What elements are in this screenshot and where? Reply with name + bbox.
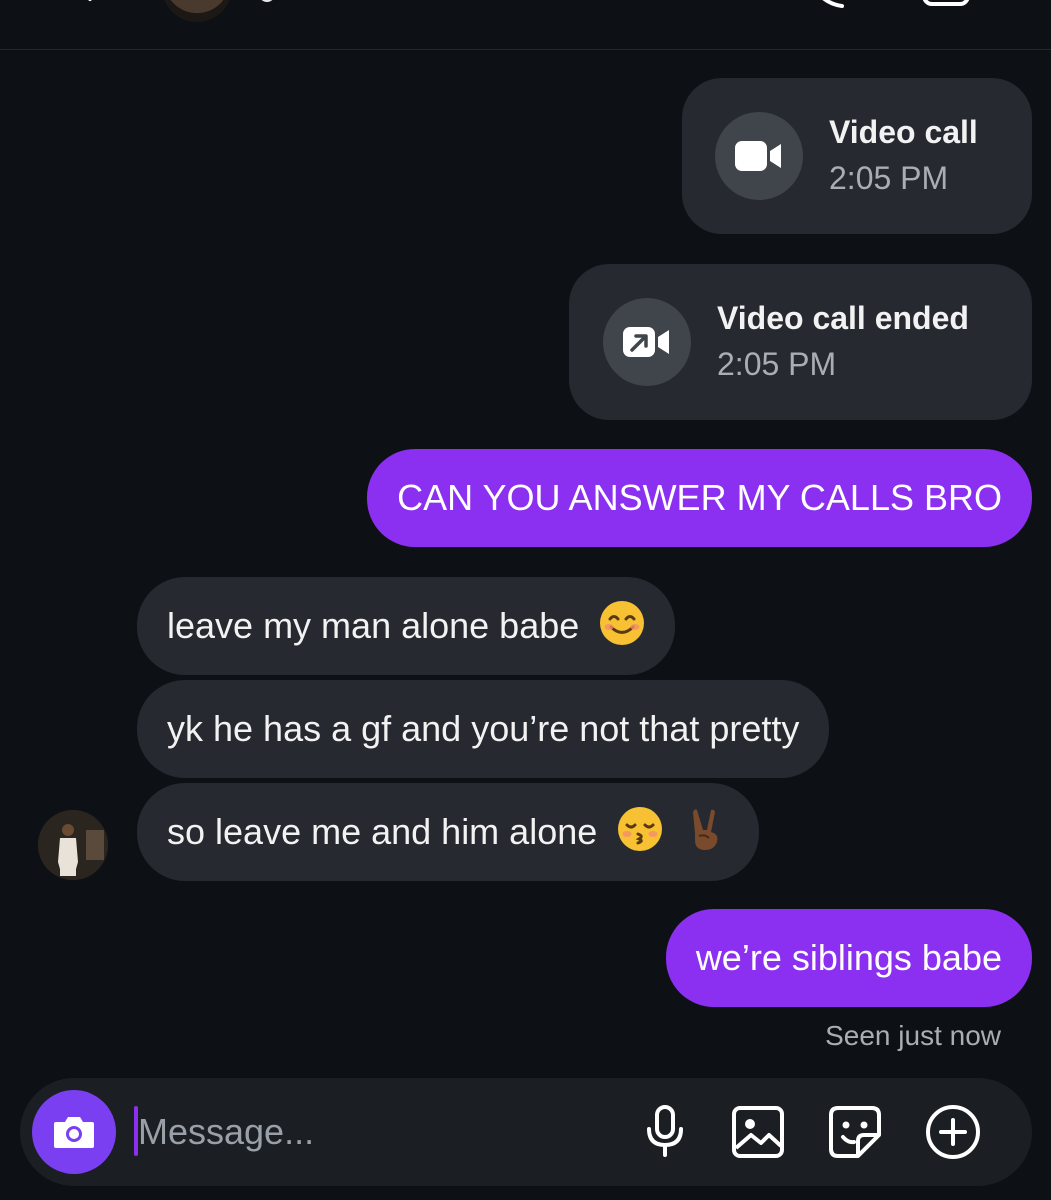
camera-button[interactable]	[32, 1090, 116, 1174]
plus-circle-icon	[926, 1105, 980, 1159]
phone-icon[interactable]	[808, 0, 848, 8]
message-text: yk he has a gf and you’re not that prett…	[167, 708, 800, 749]
video-camera-icon	[735, 141, 781, 171]
message-composer	[20, 1078, 1032, 1186]
microphone-icon	[647, 1105, 683, 1157]
received-message-bubble[interactable]: leave my man alone babe	[137, 577, 676, 675]
received-message-bubble[interactable]: yk he has a gf and you’re not that prett…	[137, 680, 830, 778]
sticker-icon	[829, 1106, 881, 1158]
call-title: Video call	[829, 114, 978, 150]
sticker-button[interactable]	[827, 1104, 883, 1160]
contact-name-fragment[interactable]	[258, 0, 276, 2]
smiling-face-icon	[600, 601, 645, 645]
video-call-bubble[interactable]: Video call 2:05 PM	[682, 78, 1032, 234]
video-camera-icon[interactable]	[920, 0, 972, 8]
sent-message-bubble[interactable]: CAN YOU ANSWER MY CALLS BRO	[367, 449, 1032, 547]
video-call-ended-bubble[interactable]: Video call ended 2:05 PM	[569, 264, 1032, 420]
camera-icon	[54, 1117, 94, 1148]
more-button[interactable]	[925, 1104, 981, 1160]
microphone-button[interactable]	[637, 1104, 693, 1160]
chevron-left-icon[interactable]	[82, 0, 108, 12]
message-input[interactable]	[138, 1104, 598, 1160]
received-message-bubble[interactable]: so leave me and him alone	[137, 783, 760, 881]
sender-avatar-photo	[38, 810, 108, 880]
sender-avatar[interactable]	[38, 810, 108, 880]
gallery-button[interactable]	[730, 1104, 786, 1160]
video-call-ended-icon	[623, 327, 669, 357]
message-text: we’re siblings babe	[695, 937, 1002, 978]
video-call-ended-icon-circle	[603, 298, 691, 386]
kissing-face-icon	[618, 807, 663, 851]
call-time: 2:05 PM	[717, 346, 837, 382]
video-call-icon-circle	[715, 112, 803, 200]
message-text: so leave me and him alone	[167, 811, 598, 852]
message-text: leave my man alone babe	[167, 605, 580, 646]
victory-hand-icon	[693, 809, 718, 850]
message-text: CAN YOU ANSWER MY CALLS BRO	[397, 477, 1002, 518]
call-time: 2:05 PM	[829, 160, 949, 196]
image-icon	[732, 1106, 784, 1158]
seen-status: Seen just now	[825, 1020, 1001, 1051]
conversation-header	[0, 0, 1051, 50]
call-title: Video call ended	[717, 300, 969, 336]
sent-message-bubble[interactable]: we’re siblings babe	[665, 909, 1032, 1007]
contact-avatar[interactable]	[162, 0, 232, 22]
